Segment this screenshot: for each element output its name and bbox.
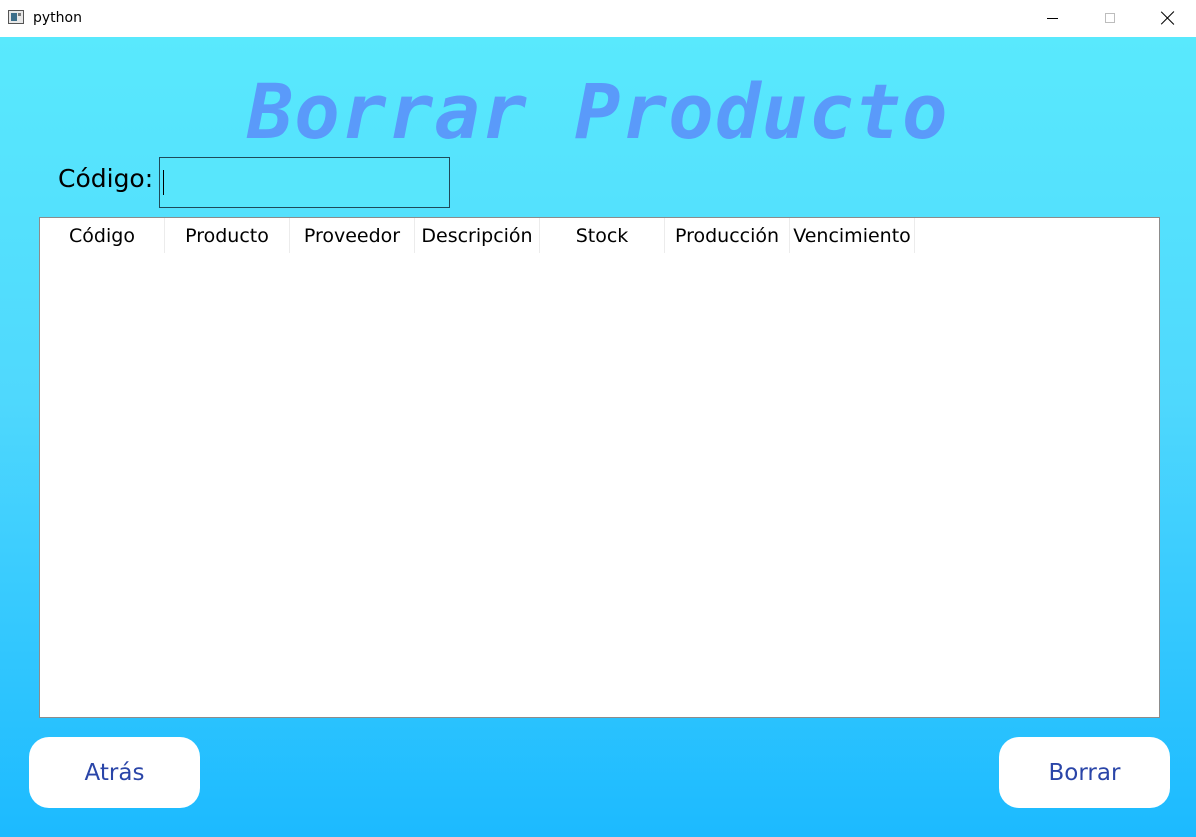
column-header-produccion[interactable]: Producción — [665, 218, 790, 253]
app-window: python Borrar Producto Código: Código Pr… — [0, 0, 1196, 837]
column-header-producto[interactable]: Producto — [165, 218, 290, 253]
maximize-button[interactable] — [1081, 0, 1139, 36]
delete-button[interactable]: Borrar — [999, 737, 1170, 808]
column-header-stock[interactable]: Stock — [540, 218, 665, 253]
back-button[interactable]: Atrás — [29, 737, 200, 808]
window-title: python — [33, 10, 82, 26]
close-icon — [1161, 11, 1175, 25]
products-table[interactable]: Código Producto Proveedor Descripción St… — [39, 217, 1160, 718]
main-panel: Borrar Producto Código: Código Producto … — [0, 37, 1196, 837]
column-header-descripcion[interactable]: Descripción — [415, 218, 540, 253]
table-header: Código Producto Proveedor Descripción St… — [40, 218, 915, 253]
code-input[interactable] — [159, 157, 450, 208]
column-header-proveedor[interactable]: Proveedor — [290, 218, 415, 253]
column-header-codigo[interactable]: Código — [40, 218, 165, 253]
text-caret — [163, 170, 164, 195]
maximize-icon — [1105, 13, 1115, 23]
code-label: Código: — [58, 164, 154, 193]
minimize-icon — [1046, 17, 1058, 19]
minimize-button[interactable] — [1023, 0, 1081, 36]
page-title: Borrar Producto — [247, 67, 949, 156]
column-header-vencimiento[interactable]: Vencimiento — [790, 218, 915, 253]
title-bar[interactable]: python — [0, 0, 1196, 37]
python-app-icon — [8, 10, 24, 24]
close-button[interactable] — [1139, 0, 1196, 36]
